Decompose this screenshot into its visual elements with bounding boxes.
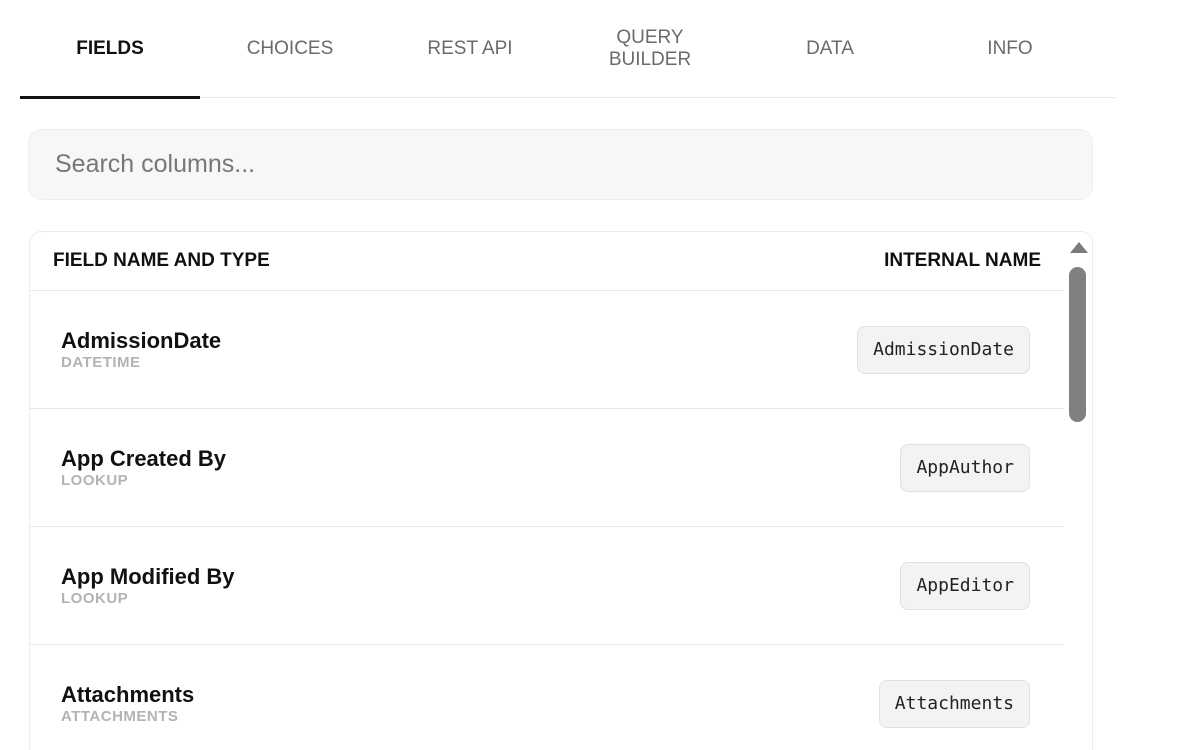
tab-rest-api[interactable]: REST API	[380, 0, 560, 98]
tab-query-builder[interactable]: QUERY BUILDER	[560, 0, 740, 98]
tab-data[interactable]: DATA	[740, 0, 920, 98]
field-type: LOOKUP	[61, 589, 129, 607]
header-internal-name: INTERNAL NAME	[884, 250, 1041, 271]
field-type: ATTACHMENTS	[61, 707, 179, 725]
field-info: AdmissionDate DATETIME	[61, 328, 221, 372]
triangle-up-icon[interactable]	[1070, 242, 1088, 253]
table-row[interactable]: AdmissionDate DATETIME AdmissionDate	[30, 291, 1064, 409]
field-type: DATETIME	[61, 353, 141, 371]
tab-label: DATA	[806, 38, 854, 59]
table-row[interactable]: App Modified By LOOKUP AppEditor	[30, 527, 1064, 645]
tab-fields[interactable]: FIELDS	[20, 0, 200, 99]
internal-name-badge[interactable]: Attachments	[878, 679, 1030, 728]
table-row[interactable]: Attachments ATTACHMENTS Attachments	[30, 645, 1064, 750]
tab-label: CHOICES	[246, 38, 334, 59]
internal-name-badge[interactable]: AppEditor	[900, 561, 1030, 610]
field-info: App Created By LOOKUP	[61, 446, 226, 490]
table-header: FIELD NAME AND TYPE INTERNAL NAME	[30, 232, 1064, 291]
search-columns-input[interactable]	[28, 129, 1093, 200]
field-name: AdmissionDate	[61, 327, 222, 353]
tab-info[interactable]: INFO	[920, 0, 1100, 98]
tab-label: INFO	[987, 38, 1033, 59]
fields-table: FIELD NAME AND TYPE INTERNAL NAME Admiss…	[29, 231, 1093, 750]
tab-label: QUERY BUILDER	[608, 27, 692, 70]
field-name: App Created By	[61, 445, 227, 471]
table-row[interactable]: App Created By LOOKUP AppAuthor	[30, 409, 1064, 527]
field-type: LOOKUP	[61, 471, 129, 489]
tab-label: REST API	[427, 38, 513, 59]
internal-name-badge[interactable]: AdmissionDate	[857, 325, 1030, 374]
fields-panel-app: FIELDS CHOICES REST API QUERY BUILDER DA…	[0, 0, 1200, 750]
field-info: App Modified By LOOKUP	[61, 564, 235, 608]
field-info: Attachments ATTACHMENTS	[61, 682, 194, 726]
scrollbar-thumb[interactable]	[1069, 267, 1086, 422]
header-field-name-and-type: FIELD NAME AND TYPE	[53, 250, 270, 271]
tab-choices[interactable]: CHOICES	[200, 0, 380, 98]
tab-bar: FIELDS CHOICES REST API QUERY BUILDER DA…	[20, 0, 1116, 99]
table-body: AdmissionDate DATETIME AdmissionDate App…	[30, 291, 1064, 750]
tab-label: FIELDS	[76, 38, 144, 59]
internal-name-badge[interactable]: AppAuthor	[900, 443, 1030, 492]
field-name: App Modified By	[61, 563, 235, 589]
field-name: Attachments	[61, 681, 195, 707]
